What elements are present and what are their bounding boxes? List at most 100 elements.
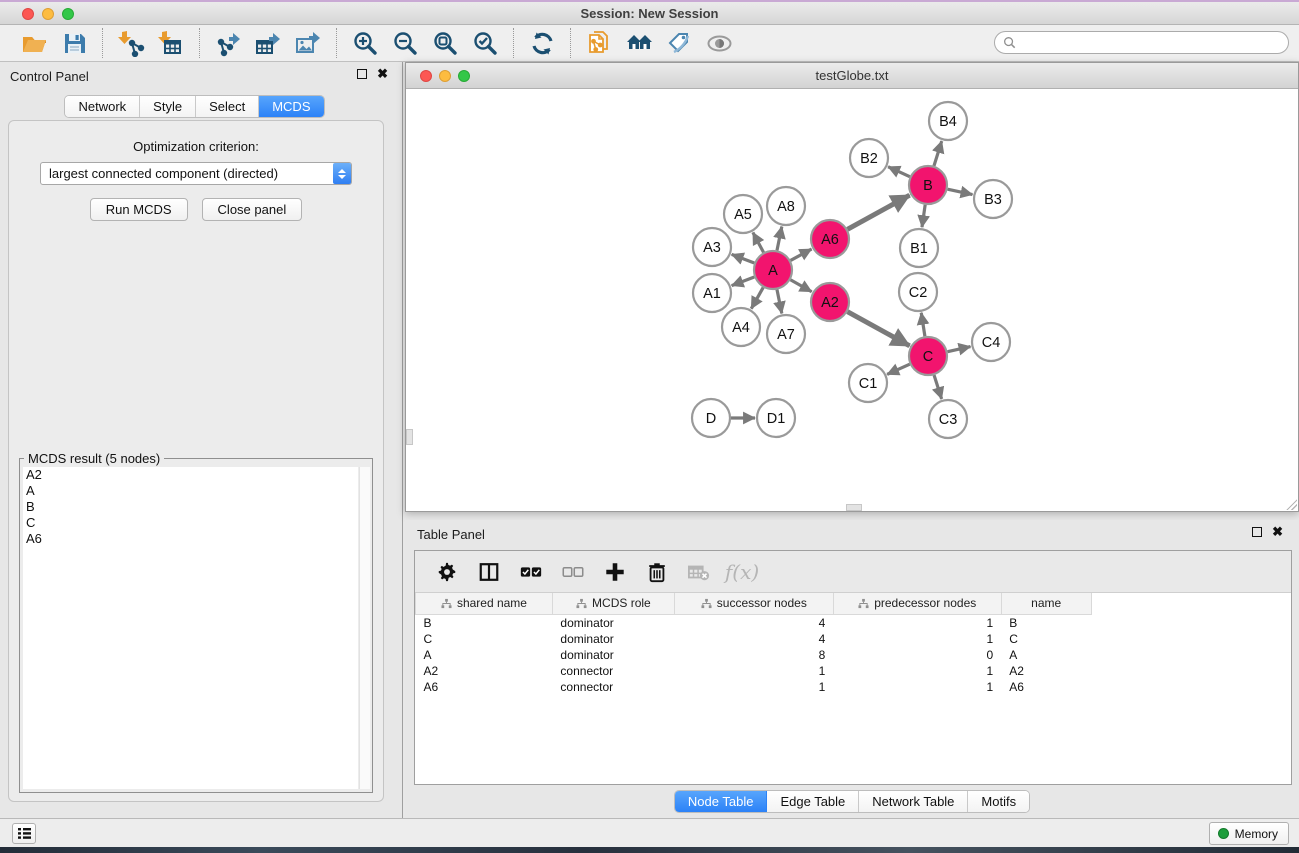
result-item[interactable]: A6 [23, 531, 358, 547]
edge-B-B4[interactable] [934, 141, 942, 166]
search-input[interactable] [1020, 36, 1280, 50]
table-cell[interactable]: B [416, 614, 553, 631]
tab-node-table[interactable]: Node Table [675, 791, 768, 812]
network-canvas[interactable]: AA1A3A4A5A7A8A6A2BB1B2B3B4CC1C2C3C4DD1 [406, 89, 1298, 511]
table-cell[interactable]: 0 [833, 647, 1001, 663]
edge-A-A8[interactable] [777, 227, 782, 251]
select-checked-icon[interactable] [515, 556, 547, 588]
export-image-icon[interactable] [288, 27, 328, 59]
edge-C-C3[interactable] [934, 375, 942, 399]
result-scrollbar[interactable] [359, 467, 370, 789]
edge-A-A7[interactable] [777, 290, 782, 314]
edge-B-B2[interactable] [888, 167, 910, 177]
node-table[interactable]: shared nameMCDS rolesuccessor nodesprede… [415, 593, 1291, 695]
table-row[interactable]: Adominator80A [416, 647, 1292, 663]
column-header-MCDS-role[interactable]: MCDS role [552, 593, 674, 614]
table-cell[interactable]: A [1001, 647, 1091, 663]
zoom-selected-icon[interactable] [465, 27, 505, 59]
table-cell[interactable]: A2 [416, 663, 553, 679]
table-cell[interactable]: dominator [552, 647, 674, 663]
tab-network-table[interactable]: Network Table [859, 791, 968, 812]
document-network-icon[interactable] [579, 27, 619, 59]
table-cell[interactable]: C [1001, 631, 1091, 647]
memory-button[interactable]: Memory [1209, 822, 1289, 845]
edge-B-B3[interactable] [948, 189, 973, 194]
table-cell[interactable]: A [416, 647, 553, 663]
result-item[interactable]: A2 [23, 467, 358, 483]
table-cell[interactable]: 1 [833, 679, 1001, 695]
edge-A-A5[interactable] [753, 233, 764, 253]
table-cell[interactable]: 1 [833, 631, 1001, 647]
table-float-panel-icon[interactable] [1252, 527, 1262, 537]
task-history-button[interactable] [12, 823, 36, 844]
table-cell[interactable]: 1 [674, 663, 833, 679]
eye-icon[interactable] [699, 27, 739, 59]
column-header-predecessor-nodes[interactable]: predecessor nodes [833, 593, 1001, 614]
export-network-icon[interactable] [208, 27, 248, 59]
edge-A-A1[interactable] [732, 277, 755, 286]
zoom-out-icon[interactable] [385, 27, 425, 59]
column-header-successor-nodes[interactable]: successor nodes [674, 593, 833, 614]
edge-A2-C[interactable] [848, 312, 910, 346]
hide-labels-icon[interactable] [659, 27, 699, 59]
table-cell[interactable]: 1 [833, 663, 1001, 679]
window-resize-grip[interactable] [1285, 498, 1297, 510]
optimization-criterion-dropdown[interactable]: largest connected component (directed) [40, 162, 352, 185]
tab-network[interactable]: Network [65, 96, 140, 117]
table-cell[interactable]: 1 [674, 679, 833, 695]
table-cell[interactable]: A6 [1001, 679, 1091, 695]
open-folder-icon[interactable] [14, 27, 54, 59]
close-panel-button[interactable]: Close panel [202, 198, 303, 221]
select-unchecked-icon[interactable] [557, 556, 589, 588]
table-cell[interactable]: 8 [674, 647, 833, 663]
table-cell[interactable]: 1 [833, 614, 1001, 631]
zoom-fit-icon[interactable] [425, 27, 465, 59]
edge-C-C2[interactable] [921, 313, 925, 336]
table-row[interactable]: Bdominator41B [416, 614, 1292, 631]
trash-icon[interactable] [641, 556, 673, 588]
gear-icon[interactable] [431, 556, 463, 588]
table-cell[interactable]: A6 [416, 679, 553, 695]
edge-B-B1[interactable] [922, 205, 925, 227]
result-item[interactable]: B [23, 499, 358, 515]
edge-A6-B[interactable] [848, 195, 910, 229]
add-icon[interactable] [599, 556, 631, 588]
tab-style[interactable]: Style [140, 96, 196, 117]
table-row[interactable]: A2connector11A2 [416, 663, 1292, 679]
table-cell[interactable]: 4 [674, 631, 833, 647]
import-network-icon[interactable] [111, 27, 151, 59]
edge-C-C1[interactable] [887, 364, 910, 374]
edge-A-A3[interactable] [732, 254, 755, 263]
table-cell[interactable]: dominator [552, 614, 674, 631]
table-cell[interactable]: A2 [1001, 663, 1091, 679]
export-table-icon[interactable] [248, 27, 288, 59]
refresh-icon[interactable] [522, 27, 562, 59]
zoom-in-icon[interactable] [345, 27, 385, 59]
edge-A-A2[interactable] [790, 280, 811, 292]
save-icon[interactable] [54, 27, 94, 59]
float-panel-icon[interactable] [357, 69, 367, 79]
column-header-shared-name[interactable]: shared name [416, 593, 553, 614]
close-panel-icon[interactable]: ✖ [377, 69, 388, 79]
search-box[interactable] [994, 31, 1289, 54]
network-window-titlebar[interactable]: testGlobe.txt [406, 63, 1298, 89]
tab-edge-table[interactable]: Edge Table [767, 791, 859, 812]
edge-A-A4[interactable] [751, 287, 763, 308]
run-mcds-button[interactable]: Run MCDS [90, 198, 188, 221]
table-cell[interactable]: B [1001, 614, 1091, 631]
canvas-left-grip[interactable] [406, 429, 413, 445]
table-close-panel-icon[interactable]: ✖ [1272, 527, 1283, 537]
tab-select[interactable]: Select [196, 96, 259, 117]
result-item[interactable]: C [23, 515, 358, 531]
table-cell[interactable]: connector [552, 663, 674, 679]
canvas-bottom-grip[interactable] [846, 504, 862, 511]
table-cell[interactable]: connector [552, 679, 674, 695]
table-cell[interactable]: C [416, 631, 553, 647]
import-table-icon[interactable] [151, 27, 191, 59]
tab-mcds[interactable]: MCDS [259, 96, 323, 117]
table-cell[interactable]: dominator [552, 631, 674, 647]
table-cell[interactable]: 4 [674, 614, 833, 631]
table-row[interactable]: A6connector11A6 [416, 679, 1292, 695]
table-row[interactable]: Cdominator41C [416, 631, 1292, 647]
column-header-name[interactable]: name [1001, 593, 1091, 614]
